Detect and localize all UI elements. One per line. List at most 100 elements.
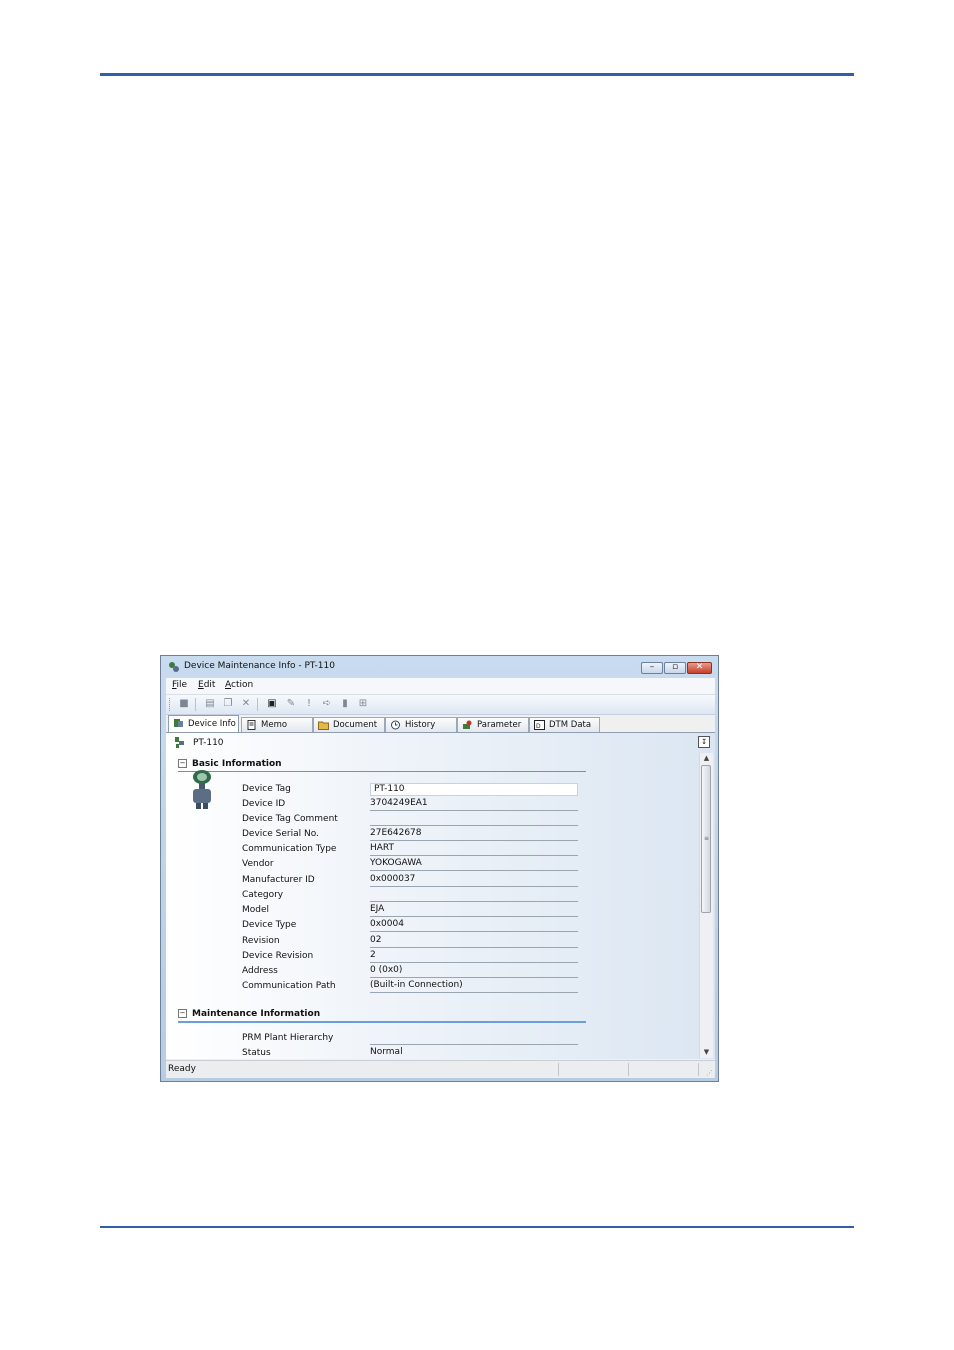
collapse-icon[interactable]: −: [178, 1009, 187, 1018]
device-info-panel: PT-110 ↧ − Basic Information Device Tag P…: [166, 732, 715, 1059]
tab-device-info[interactable]: Device Info: [168, 715, 239, 732]
history-icon: [391, 720, 400, 730]
device-app-icon: [169, 662, 179, 672]
tab-label: Device Info: [188, 719, 236, 729]
value-communication-type: HART: [370, 843, 578, 856]
value-vendor: YOKOGAWA: [370, 858, 578, 871]
value-manufacturer-id: 0x000037: [370, 874, 578, 887]
value-communication-path: (Built-in Connection): [370, 980, 578, 993]
basic-info-header[interactable]: − Basic Information: [178, 759, 282, 769]
device-maintenance-window: Device Maintenance Info - PT-110 – ▫ ✕ F…: [160, 655, 719, 1082]
memo-icon: [247, 720, 256, 730]
clipboard-icon[interactable]: ▮: [339, 698, 351, 710]
forward-icon[interactable]: ➪: [321, 698, 333, 710]
value-device-revision: 2: [370, 950, 578, 963]
scroll-down-icon[interactable]: ▼: [700, 1047, 713, 1058]
transmitter-icon: [193, 770, 211, 809]
maintenance-info-title: Maintenance Information: [192, 1009, 321, 1019]
scroll-up-icon[interactable]: ▲: [700, 753, 713, 764]
label-device-tag: Device Tag: [242, 784, 291, 794]
value-device-serial: 27E642678: [370, 828, 578, 841]
toolbar-grip[interactable]: [169, 698, 172, 711]
tab-label: Memo: [261, 720, 288, 730]
caption-buttons: – ▫ ✕: [641, 662, 712, 675]
alert-icon[interactable]: !: [303, 698, 315, 710]
tab-memo[interactable]: Memo: [241, 717, 313, 732]
tab-parameter[interactable]: Parameter: [457, 717, 529, 732]
label-communication-type: Communication Type: [242, 844, 337, 854]
minimize-button[interactable]: –: [641, 662, 663, 674]
vertical-scrollbar[interactable]: ▲ ≡ ▼: [699, 753, 713, 1058]
close-button[interactable]: ✕: [687, 662, 712, 674]
menu-edit-rest: dit: [203, 680, 216, 690]
new-icon[interactable]: ▤: [204, 698, 216, 710]
value-model: EJA: [370, 904, 578, 917]
value-address: 0 (0x0): [370, 965, 578, 978]
section-divider: [178, 1021, 586, 1023]
value-device-tag-comment: [370, 813, 578, 826]
value-prm-plant-hierarchy: [370, 1032, 578, 1045]
toolbar-separator: [257, 698, 258, 711]
stop-icon[interactable]: ■: [178, 698, 190, 710]
client-area: File Edit Action ■ ▤ ❐ ✕ ▣ ✎ ! ➪ ▮ ⊞ Dev…: [166, 678, 715, 1078]
minimize-icon: –: [649, 662, 655, 672]
value-status: Normal: [370, 1047, 578, 1059]
toolbar-separator: [195, 698, 196, 711]
export-button[interactable]: ↧: [698, 736, 710, 748]
footer-rule: [100, 1226, 854, 1228]
copy-icon[interactable]: ❐: [222, 698, 234, 710]
header-rule: [100, 73, 854, 76]
status-text: Ready: [168, 1064, 196, 1074]
restore-button[interactable]: ▫: [664, 662, 686, 674]
status-pane-divider: [698, 1063, 699, 1076]
label-communication-path: Communication Path: [242, 981, 336, 991]
tab-history[interactable]: History: [385, 717, 457, 732]
value-category: [370, 889, 578, 902]
window-title: Device Maintenance Info - PT-110: [184, 661, 335, 671]
status-pane-divider: [628, 1063, 629, 1076]
tab-label: Document: [333, 720, 378, 730]
maintenance-info-header[interactable]: − Maintenance Information: [178, 1009, 320, 1019]
scroll-thumb[interactable]: ≡: [701, 765, 711, 913]
label-model: Model: [242, 905, 270, 915]
tab-label: Parameter: [477, 720, 522, 730]
title-bar[interactable]: Device Maintenance Info - PT-110 – ▫ ✕: [161, 656, 718, 678]
tab-label: DTM Data: [549, 720, 592, 730]
edit-icon[interactable]: ✎: [285, 698, 297, 710]
grip-icon: ≡: [704, 835, 710, 842]
device-icon: [175, 737, 184, 748]
status-bar: Ready ⋰: [166, 1060, 715, 1078]
menu-action-rest: ction: [231, 680, 254, 690]
tab-document[interactable]: Document: [313, 717, 385, 732]
compare-icon[interactable]: ⊞: [357, 698, 369, 710]
dtm-icon[interactable]: ▣: [266, 698, 278, 710]
delete-icon[interactable]: ✕: [240, 698, 252, 710]
svg-text:D: D: [536, 723, 541, 730]
menu-file[interactable]: File: [172, 680, 187, 690]
value-device-tag[interactable]: PT-110: [370, 783, 578, 796]
label-revision: Revision: [242, 936, 280, 946]
menu-edit[interactable]: Edit: [198, 680, 215, 690]
menu-bar: File Edit Action: [166, 678, 715, 695]
close-icon: ✕: [695, 662, 704, 672]
device-tag-title: PT-110: [193, 738, 224, 748]
menu-file-rest: ile: [176, 680, 188, 690]
panel-header: PT-110 ↧: [166, 733, 715, 753]
status-pane-divider: [558, 1063, 559, 1076]
tab-strip: Device Info Memo Document History Parame…: [166, 715, 715, 732]
menu-action[interactable]: Action: [225, 680, 253, 690]
collapse-icon[interactable]: −: [178, 759, 187, 768]
basic-info-title: Basic Information: [192, 759, 282, 769]
label-device-type: Device Type: [242, 920, 297, 930]
label-prm-plant-hierarchy: PRM Plant Hierarchy: [242, 1033, 334, 1043]
resize-grip-icon[interactable]: ⋰: [706, 1069, 713, 1077]
label-vendor: Vendor: [242, 859, 274, 869]
device-info-icon: [174, 719, 183, 727]
info-scroll-area[interactable]: − Basic Information Device Tag PT-110 Dev…: [174, 753, 694, 1059]
restore-icon: ▫: [671, 662, 679, 672]
tab-dtm-data[interactable]: D DTM Data: [529, 717, 600, 732]
folder-icon: [318, 721, 329, 730]
label-device-revision: Device Revision: [242, 951, 314, 961]
label-manufacturer-id: Manufacturer ID: [242, 875, 315, 885]
label-device-serial: Device Serial No.: [242, 829, 319, 839]
